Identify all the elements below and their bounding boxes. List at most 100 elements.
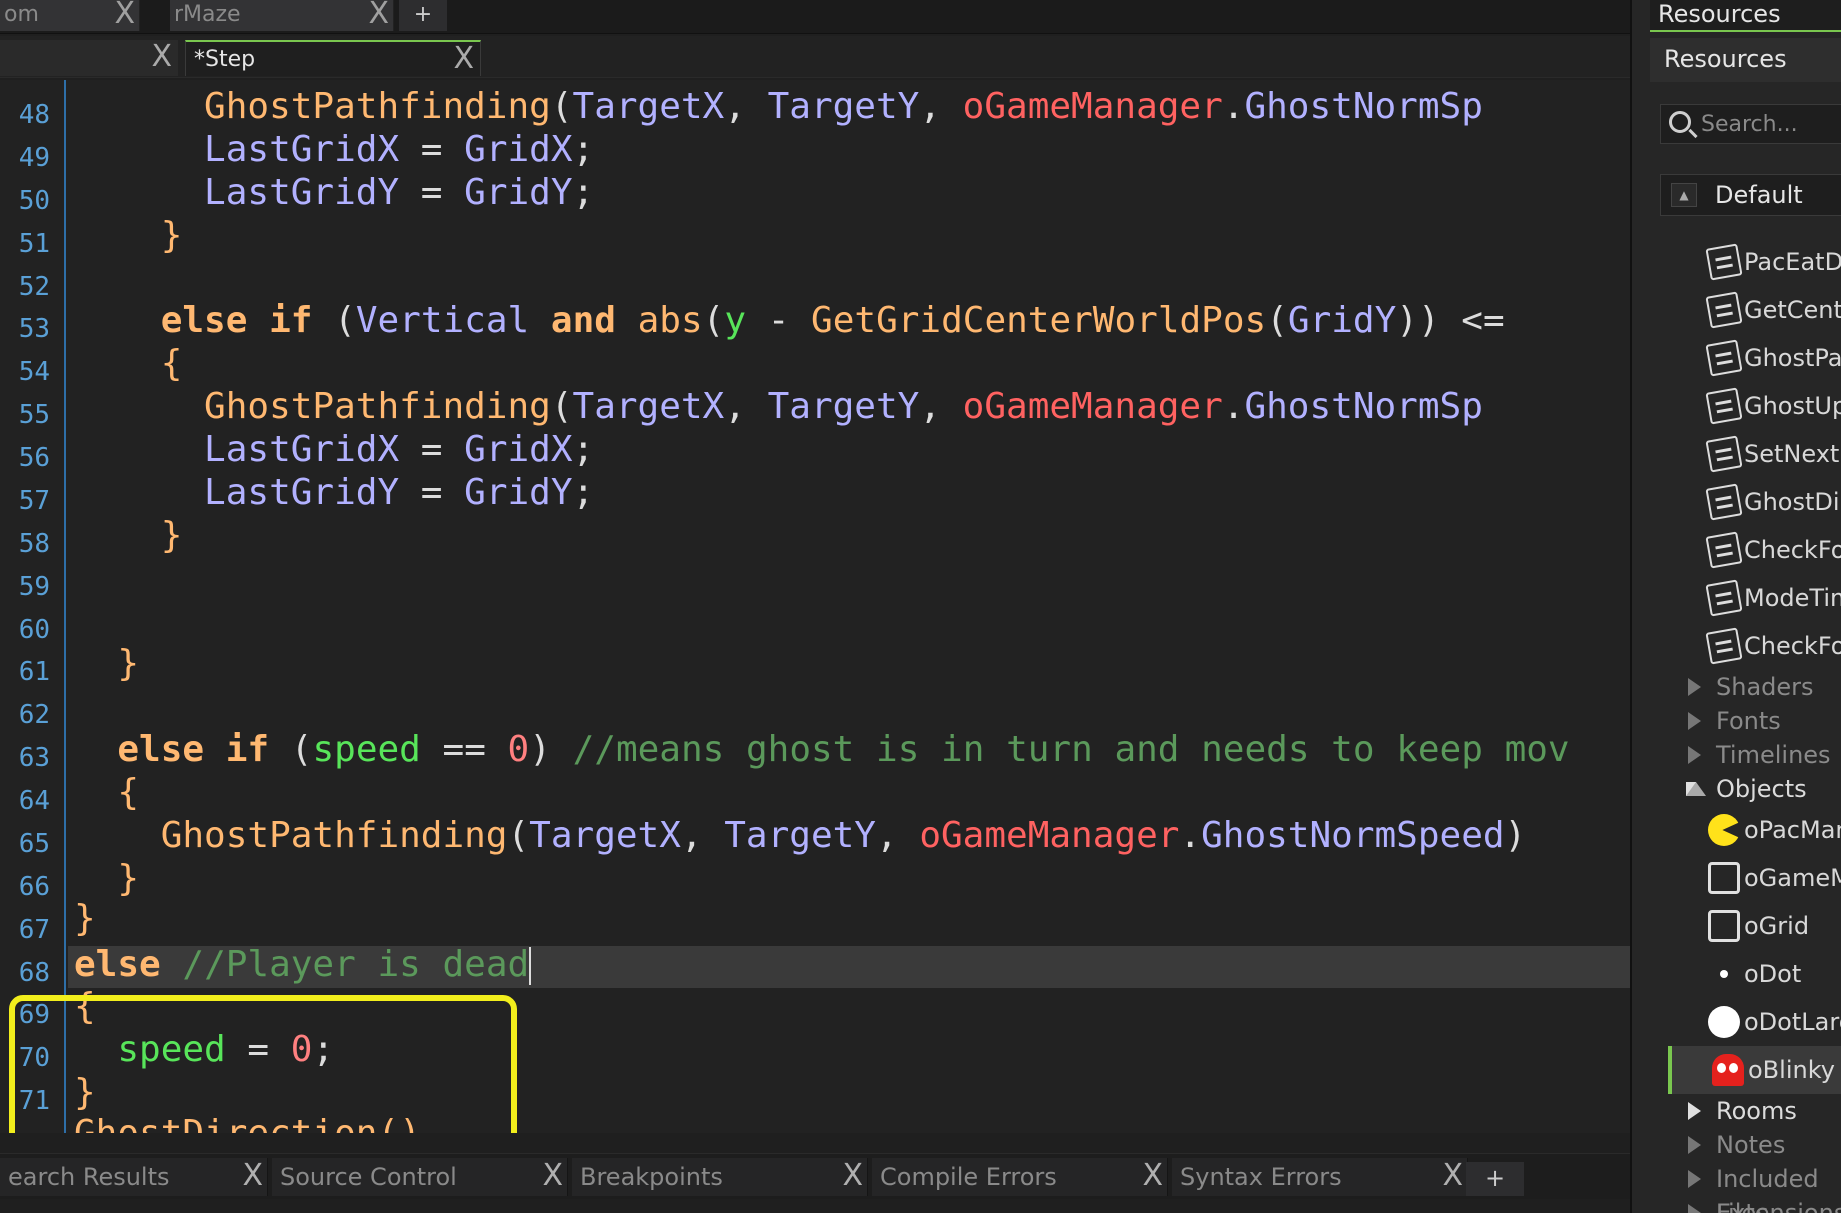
object-item[interactable]: oDotLarge	[1668, 998, 1841, 1046]
section-extensions[interactable]: Extensions	[1668, 1196, 1841, 1213]
section-objects[interactable]: Objects	[1668, 772, 1841, 806]
annotation-highlight-box	[9, 995, 517, 1133]
close-icon[interactable]: X	[1142, 1158, 1163, 1194]
close-icon[interactable]: X	[368, 0, 389, 29]
resources-title: Resources	[1650, 38, 1841, 82]
add-tab-button[interactable]: +	[399, 0, 447, 31]
code-line-57: LastGridY = GridY;	[204, 472, 595, 513]
line-number: 57	[18, 486, 50, 516]
large-dot-icon	[1708, 1006, 1740, 1038]
section-notes[interactable]: Notes	[1668, 1128, 1841, 1162]
object-item[interactable]: oDot	[1668, 950, 1841, 998]
ghost-icon	[1712, 1054, 1744, 1086]
script-icon	[1705, 483, 1743, 521]
close-icon[interactable]: X	[842, 1158, 863, 1194]
document-tab-room[interactable]: om X	[0, 0, 140, 31]
script-item[interactable]: GhostDirect	[1668, 478, 1841, 526]
code-line-58: }	[160, 515, 183, 556]
resources-tab[interactable]: Resources	[1650, 0, 1841, 32]
line-number: 63	[18, 743, 50, 773]
tab-compile-errors[interactable]: Compile Errors X	[872, 1158, 1168, 1196]
script-item[interactable]: CheckForPla	[1668, 622, 1841, 670]
expand-arrow-icon	[1688, 746, 1701, 764]
code-line-61: }	[117, 643, 140, 684]
line-number: 49	[18, 143, 50, 173]
line-number: 54	[18, 357, 50, 387]
object-item-selected[interactable]: oBlinky	[1668, 1046, 1841, 1094]
section-fonts[interactable]: Fonts	[1668, 704, 1841, 738]
search-input[interactable]	[1701, 109, 1841, 139]
script-icon	[1705, 627, 1743, 665]
expand-arrow-icon	[1688, 678, 1701, 696]
script-icon	[1705, 243, 1743, 281]
script-icon	[1705, 531, 1743, 569]
object-icon	[1708, 910, 1740, 942]
event-tab-step[interactable]: *Step X	[185, 40, 481, 76]
tab-breakpoints[interactable]: Breakpoints X	[572, 1158, 868, 1196]
text-caret	[529, 947, 532, 985]
line-number: 53	[18, 314, 50, 344]
script-item[interactable]: GhostPathfi	[1668, 334, 1841, 382]
line-number: 48	[18, 100, 50, 130]
code-line-68: else //Player is dead	[74, 944, 532, 985]
script-item[interactable]: SetNextDire	[1668, 430, 1841, 478]
document-tab-rmaze[interactable]: rMaze X	[170, 0, 394, 31]
tab-label: Syntax Errors	[1180, 1163, 1342, 1191]
line-number: 64	[18, 786, 50, 816]
tab-search-results[interactable]: earch Results X	[0, 1158, 268, 1196]
close-icon[interactable]: X	[1442, 1158, 1463, 1194]
close-icon[interactable]: X	[151, 40, 172, 74]
dot-icon	[1708, 958, 1740, 990]
line-number: 58	[18, 529, 50, 559]
script-icon	[1705, 291, 1743, 329]
code-line-53: else if (Vertical and abs(y - GetGridCen…	[160, 300, 1505, 341]
line-number: 51	[18, 229, 50, 259]
line-number: 56	[18, 443, 50, 473]
line-number: 50	[18, 186, 50, 216]
object-item[interactable]: oGameMan	[1668, 854, 1841, 902]
filter-value: Default	[1715, 181, 1803, 209]
close-icon[interactable]: X	[242, 1158, 263, 1194]
line-number: 55	[18, 400, 50, 430]
tab-label: Compile Errors	[880, 1163, 1057, 1191]
line-number: 65	[18, 829, 50, 859]
expand-arrow-icon	[1688, 1204, 1701, 1213]
section-shaders[interactable]: Shaders	[1668, 670, 1841, 704]
script-icon	[1705, 387, 1743, 425]
code-line-65: GhostPathfinding(TargetX, TargetY, oGame…	[160, 815, 1527, 856]
section-included-files[interactable]: Included Files	[1668, 1162, 1841, 1213]
search-icon	[1669, 111, 1691, 133]
chevron-down-icon[interactable]: ▲	[1671, 183, 1697, 207]
section-rooms[interactable]: Rooms	[1668, 1094, 1841, 1128]
resource-search[interactable]	[1660, 104, 1841, 144]
code-editor[interactable]: 48 49 50 51 52 53 54 55 56 57 58 59 60 6…	[0, 80, 1630, 1133]
tab-syntax-errors[interactable]: Syntax Errors X	[1172, 1158, 1468, 1196]
script-item[interactable]: ModeTimer	[1668, 574, 1841, 622]
line-number: 61	[18, 657, 50, 687]
code-line-63: else if (speed == 0) //means ghost is in…	[117, 729, 1570, 770]
document-tab-bar: om X rMaze X +	[0, 0, 1645, 34]
line-number: 60	[18, 615, 50, 645]
line-number: 66	[18, 872, 50, 902]
script-item[interactable]: PacEatDots	[1668, 238, 1841, 286]
close-icon[interactable]: X	[542, 1158, 563, 1194]
script-item[interactable]: GhostUpdat	[1668, 382, 1841, 430]
event-tab-label: *Step	[194, 47, 256, 72]
script-item[interactable]: CheckFourD	[1668, 526, 1841, 574]
script-item[interactable]: GetCenterG	[1668, 286, 1841, 334]
filter-dropdown[interactable]: ▲ Default	[1660, 174, 1841, 216]
add-tab-button[interactable]: +	[1466, 1162, 1524, 1196]
object-item[interactable]: oPacMan	[1668, 806, 1841, 854]
tab-source-control[interactable]: Source Control X	[272, 1158, 568, 1196]
event-tab-previous[interactable]: X	[0, 40, 178, 76]
code-line-55: GhostPathfinding(TargetX, TargetY, oGame…	[204, 386, 1483, 427]
line-number: 62	[18, 700, 50, 730]
tab-label: earch Results	[8, 1163, 170, 1191]
object-item[interactable]: oGrid	[1668, 902, 1841, 950]
close-icon[interactable]: X	[453, 42, 474, 76]
section-timelines[interactable]: Timelines	[1668, 738, 1841, 772]
expand-arrow-icon	[1688, 1136, 1701, 1154]
document-tab-label: om	[4, 2, 39, 27]
code-line-67: }	[74, 898, 96, 939]
close-icon[interactable]: X	[114, 0, 135, 29]
